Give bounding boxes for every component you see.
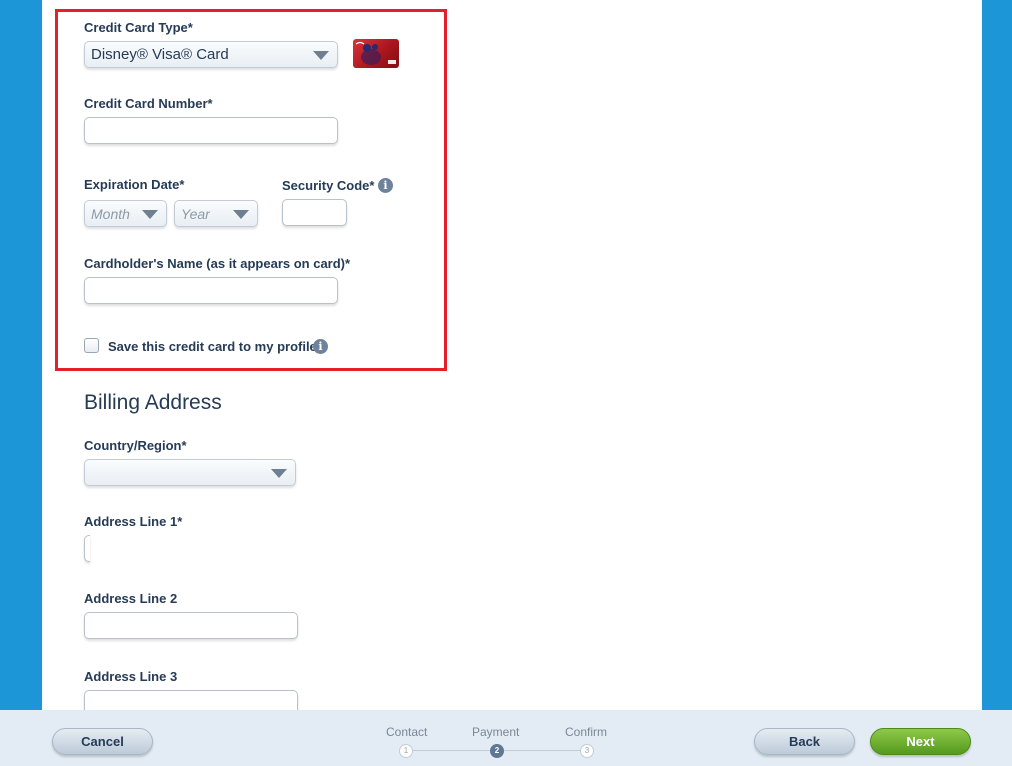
year-placeholder: Year bbox=[181, 206, 210, 222]
footer-bar: Cancel Contact Payment Confirm 1 2 3 Bac… bbox=[0, 710, 1012, 766]
info-icon[interactable]: i bbox=[378, 178, 393, 193]
step-label-confirm: Confirm bbox=[565, 725, 608, 739]
expiration-date-label: Expiration Date* bbox=[84, 177, 185, 192]
save-card-checkbox[interactable] bbox=[84, 338, 99, 353]
country-select[interactable] bbox=[84, 459, 296, 486]
card-number-label: Credit Card Number* bbox=[84, 96, 213, 111]
step-dot-contact: 1 bbox=[399, 744, 413, 758]
chevron-down-icon bbox=[142, 210, 158, 219]
address-line-2-label: Address Line 2 bbox=[84, 591, 178, 606]
disney-visa-card-image bbox=[353, 39, 399, 68]
address-line-3-label: Address Line 3 bbox=[84, 669, 178, 684]
billing-address-heading: Billing Address bbox=[84, 391, 222, 414]
chevron-down-icon bbox=[313, 51, 329, 60]
card-type-value: Disney® Visa® Card bbox=[91, 46, 229, 63]
expiration-year-select[interactable]: Year bbox=[174, 200, 258, 227]
expiration-month-select[interactable]: Month bbox=[84, 200, 167, 227]
address-line-1-label: Address Line 1* bbox=[84, 514, 183, 529]
card-number-input[interactable] bbox=[84, 117, 338, 144]
step-label-payment: Payment bbox=[472, 725, 520, 739]
month-placeholder: Month bbox=[91, 206, 130, 222]
cancel-button[interactable]: Cancel bbox=[52, 728, 153, 755]
cardholder-name-label: Cardholder's Name (as it appears on card… bbox=[84, 256, 351, 271]
checkout-page: Credit Card Type* Disney® Visa® Card Cre… bbox=[42, 0, 982, 717]
step-dot-payment: 2 bbox=[490, 744, 504, 758]
card-type-label: Credit Card Type* bbox=[84, 20, 193, 35]
save-card-label: Save this credit card to my profile. bbox=[108, 339, 321, 354]
address-line-2-input[interactable] bbox=[84, 612, 298, 639]
step-dot-confirm: 3 bbox=[580, 744, 594, 758]
chevron-down-icon bbox=[271, 469, 287, 478]
step-label-contact: Contact bbox=[386, 725, 428, 739]
security-code-input[interactable] bbox=[282, 199, 347, 226]
security-code-label: Security Code* bbox=[282, 178, 375, 193]
country-label: Country/Region* bbox=[84, 438, 187, 453]
back-button[interactable]: Back bbox=[754, 728, 855, 755]
cardholder-name-input[interactable] bbox=[84, 277, 338, 304]
card-type-select[interactable]: Disney® Visa® Card bbox=[84, 41, 338, 68]
chevron-down-icon bbox=[233, 210, 249, 219]
next-button[interactable]: Next bbox=[870, 728, 971, 755]
info-icon[interactable]: i bbox=[313, 339, 328, 354]
address-line-1-input[interactable] bbox=[84, 535, 90, 562]
